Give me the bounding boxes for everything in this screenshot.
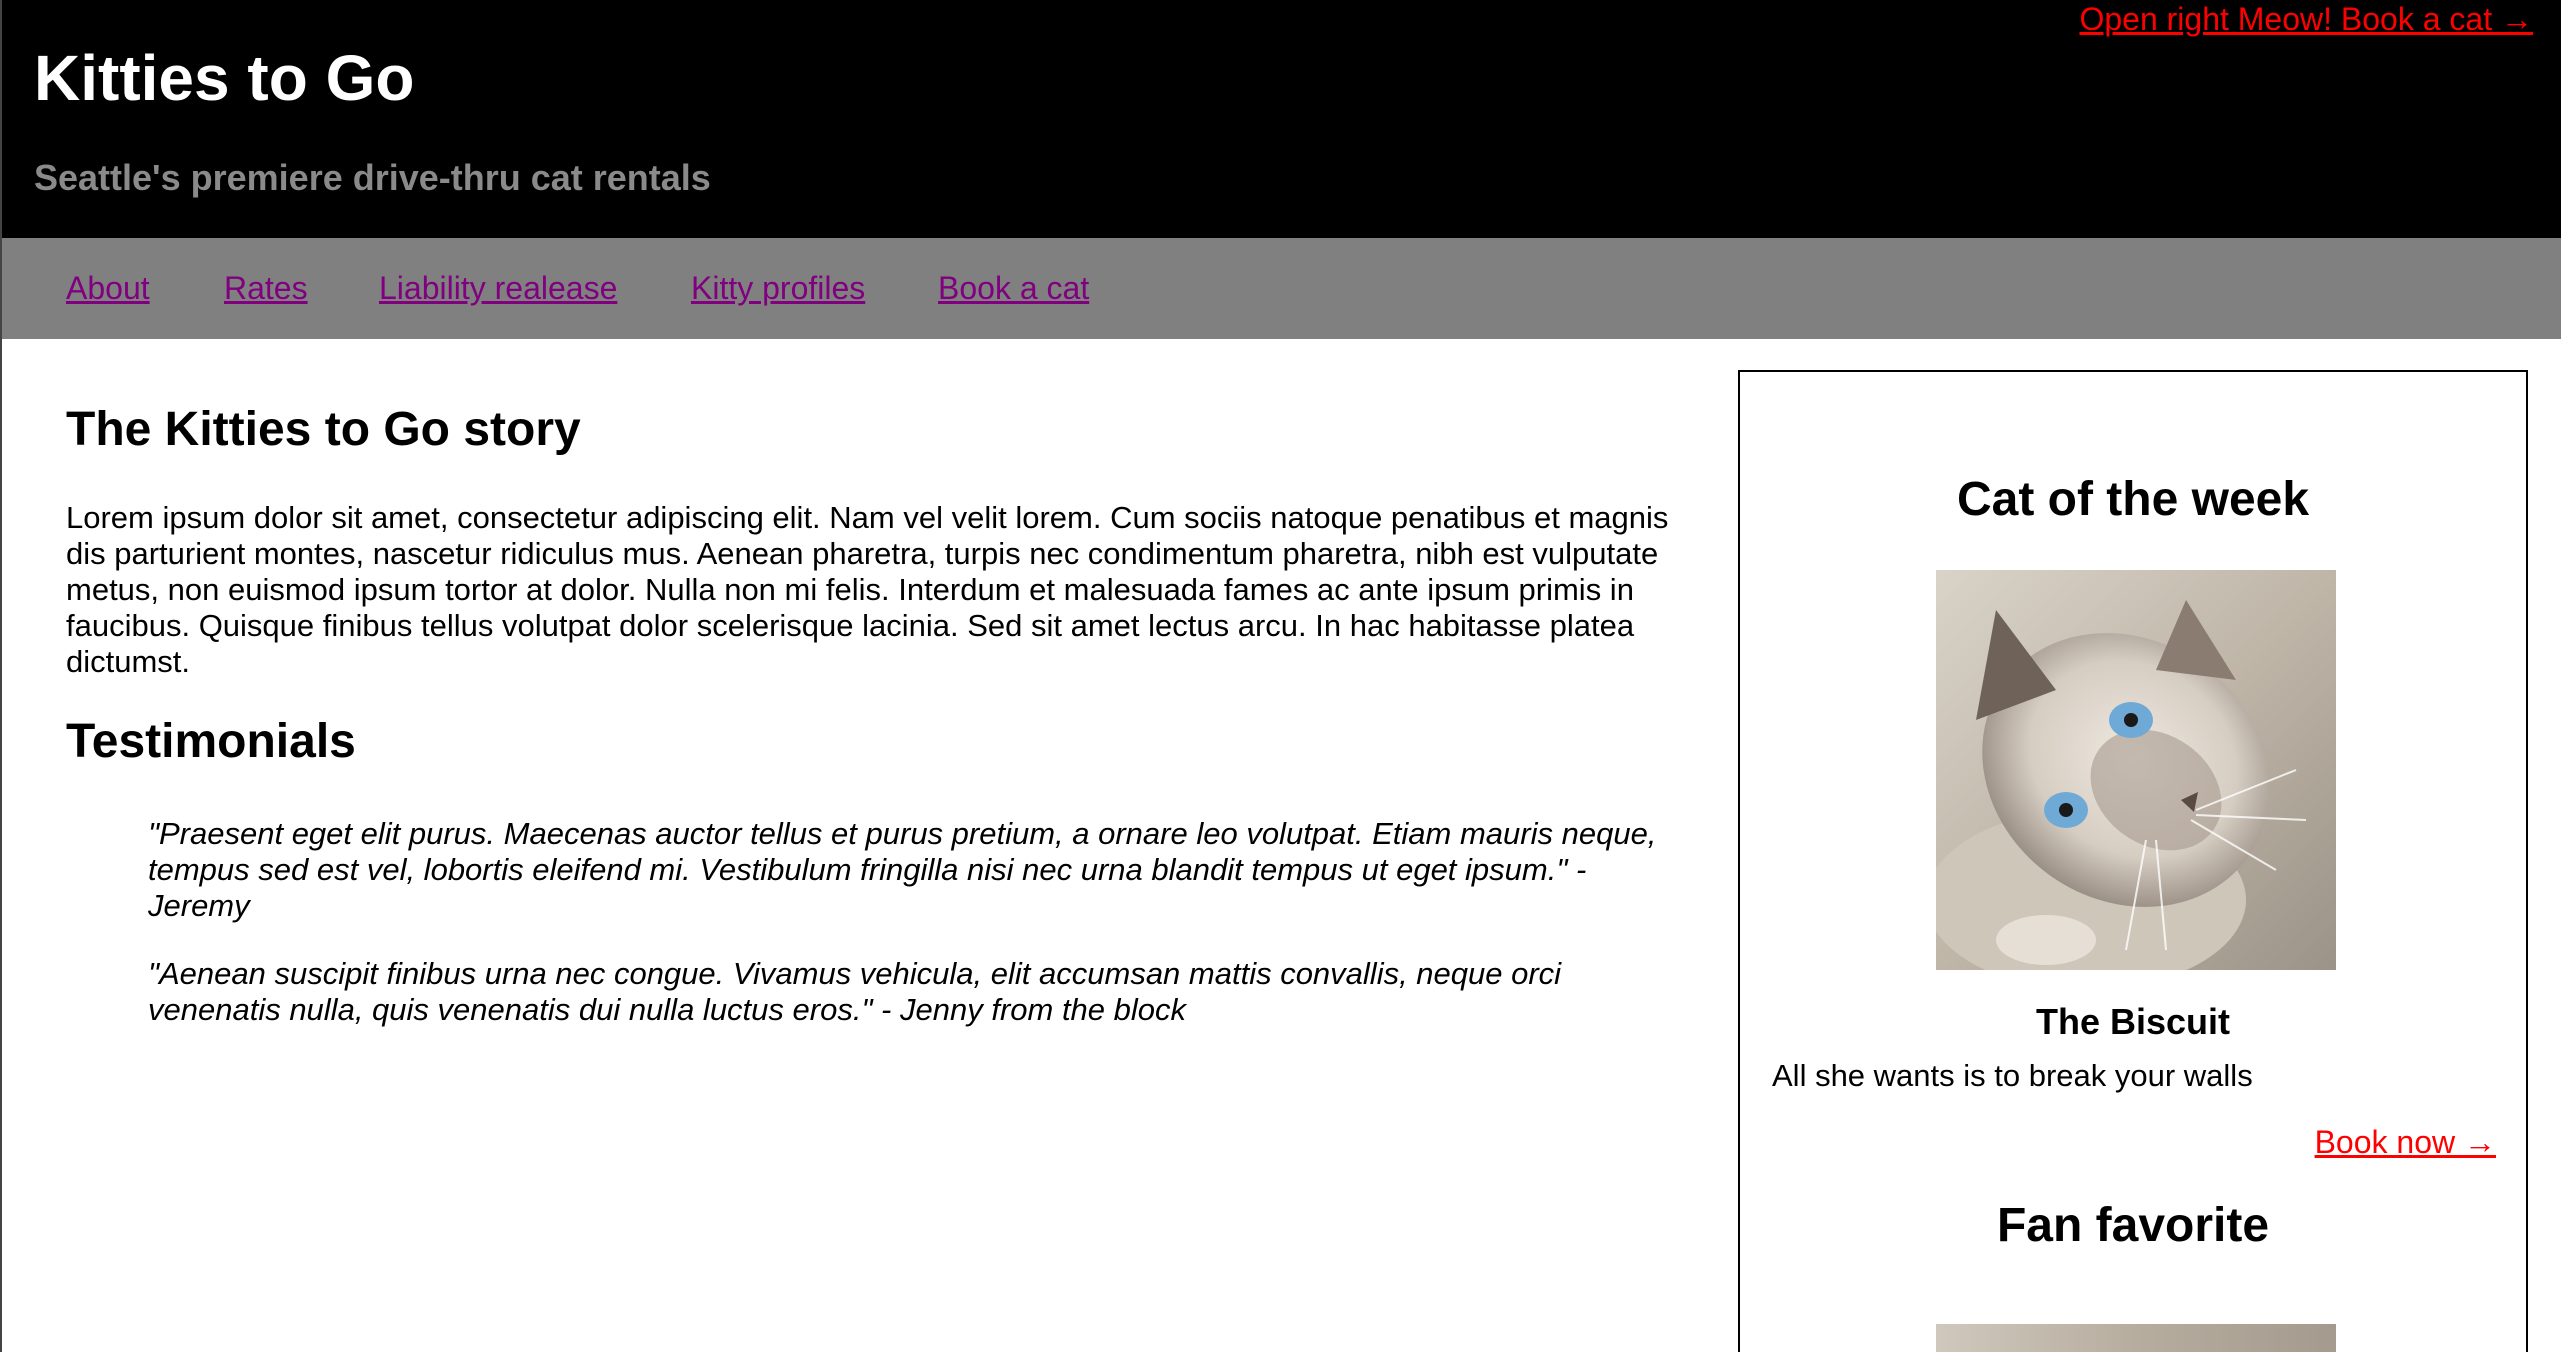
cat-of-week-heading: Cat of the week (1956, 473, 2310, 526)
fan-favorite-heading: Fan favorite (1996, 1199, 2270, 1252)
testimonial-quote: "Praesent eget elit purus. Maecenas auct… (148, 816, 1657, 923)
fan-favorite-photo (1936, 1324, 2336, 1352)
cat-description: All she wants is to break your walls (1772, 1058, 2253, 1093)
sidebar: Cat of the week The Biscuit All she want… (1738, 370, 2528, 1352)
site-header: Open right Meow! Book a cat → Kitties to… (2, 0, 2561, 238)
book-cat-cta-link[interactable]: Open right Meow! Book a cat → (2079, 0, 2533, 38)
cat-photo (1936, 570, 2336, 970)
cat-image-icon (1936, 570, 2336, 970)
testimonials-heading: Testimonials (66, 715, 356, 768)
nav-link-rates[interactable]: Rates (224, 268, 308, 308)
page: Open right Meow! Book a cat → Kitties to… (0, 0, 2561, 1352)
book-now-link[interactable]: Book now → (2315, 1122, 2496, 1162)
nav-link-kitty-profiles[interactable]: Kitty profiles (691, 268, 865, 308)
nav-link-book-cat[interactable]: Book a cat (938, 268, 1089, 308)
site-tagline: Seattle's premiere drive-thru cat rental… (34, 157, 711, 198)
story-heading: The Kitties to Go story (66, 403, 581, 456)
main-nav: About Rates Liability realease Kitty pro… (2, 238, 2561, 339)
nav-link-about[interactable]: About (66, 268, 150, 308)
nav-link-liability[interactable]: Liability realease (379, 268, 617, 308)
cat-name: The Biscuit (2035, 1001, 2231, 1042)
testimonial-quote: "Aenean suscipit finibus urna nec congue… (148, 956, 1562, 1027)
site-title: Kitties to Go (34, 42, 415, 114)
story-paragraph: Lorem ipsum dolor sit amet, consectetur … (66, 500, 1669, 679)
